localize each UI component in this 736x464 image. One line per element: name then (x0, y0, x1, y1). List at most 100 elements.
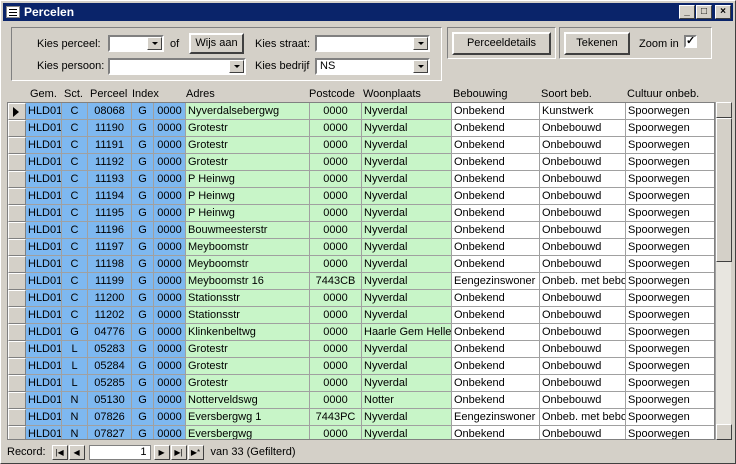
table-cell[interactable]: 0000 (310, 188, 362, 205)
table-cell[interactable]: 11197 (88, 239, 132, 256)
table-cell[interactable]: Onbekend (452, 392, 540, 409)
table-row[interactable]: HLD01 G 04776 G 0000 Klinkenbeltwg 0000 Haarle … (8, 324, 714, 341)
record-selector[interactable] (8, 307, 26, 324)
table-cell[interactable]: 11191 (88, 137, 132, 154)
table-cell[interactable]: Onbekend (452, 256, 540, 273)
dropdown-arrow-icon[interactable] (229, 60, 244, 73)
table-cell[interactable]: Nyverdal (362, 256, 452, 273)
table-cell[interactable]: HLD01 (26, 239, 62, 256)
table-cell[interactable]: Spoorwegen (626, 324, 714, 341)
table-cell[interactable]: Onbekend (452, 358, 540, 375)
table-cell[interactable]: G (132, 120, 154, 137)
table-cell[interactable]: HLD01 (26, 426, 62, 439)
close-button[interactable]: × (715, 5, 731, 19)
table-cell[interactable]: Nyverdal (362, 375, 452, 392)
table-cell[interactable]: 0000 (154, 239, 186, 256)
table-cell[interactable]: 0000 (310, 205, 362, 222)
table-cell[interactable]: C (62, 222, 88, 239)
table-cell[interactable]: HLD01 (26, 188, 62, 205)
table-cell[interactable]: Nyverdal (362, 273, 452, 290)
table-cell[interactable]: Meyboomstr (186, 239, 310, 256)
table-cell[interactable]: 0000 (154, 392, 186, 409)
table-cell[interactable]: 0000 (310, 222, 362, 239)
table-cell[interactable]: P Heinwg (186, 188, 310, 205)
table-cell[interactable]: Nyverdal (362, 358, 452, 375)
table-cell[interactable]: Onbebouwd (540, 239, 626, 256)
table-cell[interactable]: 0000 (154, 273, 186, 290)
table-cell[interactable]: 04776 (88, 324, 132, 341)
table-cell[interactable]: C (62, 171, 88, 188)
table-cell[interactable]: 0000 (310, 290, 362, 307)
table-cell[interactable]: G (132, 256, 154, 273)
table-cell[interactable]: G (132, 358, 154, 375)
table-cell[interactable]: 0000 (154, 171, 186, 188)
table-cell[interactable]: 0000 (310, 341, 362, 358)
table-cell[interactable]: 07826 (88, 409, 132, 426)
table-cell[interactable]: C (62, 290, 88, 307)
table-cell[interactable]: 0000 (310, 358, 362, 375)
table-cell[interactable]: G (132, 290, 154, 307)
current-record-selector[interactable] (8, 103, 26, 120)
table-cell[interactable]: HLD01 (26, 256, 62, 273)
table-cell[interactable]: Onbebouwd (540, 154, 626, 171)
table-cell[interactable]: 0000 (310, 171, 362, 188)
table-cell[interactable]: C (62, 188, 88, 205)
table-cell[interactable]: Spoorwegen (626, 103, 714, 120)
table-cell[interactable]: L (62, 341, 88, 358)
table-cell[interactable]: G (132, 222, 154, 239)
table-cell[interactable]: Stationsstr (186, 307, 310, 324)
table-row[interactable]: HLD01 N 07827 G 0000 Eversbergwg 0000 Nyverdal O… (8, 426, 714, 439)
table-cell[interactable]: Onbeb. met bebo (540, 409, 626, 426)
table-row[interactable]: HLD01 C 11193 G 0000 P Heinwg 0000 Nyverdal Onbe… (8, 171, 714, 188)
table-cell[interactable]: Onbebouwd (540, 341, 626, 358)
table-cell[interactable]: Onbekend (452, 290, 540, 307)
table-cell[interactable]: Onbebouwd (540, 222, 626, 239)
table-cell[interactable]: Spoorwegen (626, 171, 714, 188)
table-cell[interactable]: Spoorwegen (626, 273, 714, 290)
table-cell[interactable]: Onbebouwd (540, 392, 626, 409)
table-cell[interactable]: 0000 (154, 409, 186, 426)
table-cell[interactable]: 0000 (154, 324, 186, 341)
table-cell[interactable]: Onbebouwd (540, 205, 626, 222)
table-cell[interactable]: Klinkenbeltwg (186, 324, 310, 341)
table-cell[interactable]: G (132, 341, 154, 358)
record-selector[interactable] (8, 120, 26, 137)
scroll-thumb[interactable] (716, 118, 732, 262)
table-cell[interactable]: Meyboomstr (186, 256, 310, 273)
table-cell[interactable]: Onbeb. met bebo (540, 273, 626, 290)
record-selector[interactable] (8, 222, 26, 239)
table-row[interactable]: HLD01 C 11197 G 0000 Meyboomstr 0000 Nyverdal On… (8, 239, 714, 256)
table-cell[interactable]: HLD01 (26, 409, 62, 426)
table-row[interactable]: HLD01 C 11200 G 0000 Stationsstr 0000 Nyverdal O… (8, 290, 714, 307)
table-cell[interactable]: G (132, 205, 154, 222)
table-cell[interactable]: 0000 (310, 137, 362, 154)
table-cell[interactable]: G (132, 171, 154, 188)
table-cell[interactable]: C (62, 137, 88, 154)
scroll-down-icon[interactable] (716, 424, 732, 440)
table-cell[interactable]: Onbebouwd (540, 375, 626, 392)
table-cell[interactable]: C (62, 154, 88, 171)
table-cell[interactable]: 0000 (154, 120, 186, 137)
table-cell[interactable]: 05284 (88, 358, 132, 375)
table-row[interactable]: HLD01 C 11194 G 0000 P Heinwg 0000 Nyverdal Onbe… (8, 188, 714, 205)
zoom-in-checkbox[interactable]: ✓ (684, 35, 697, 48)
table-cell[interactable]: Onbebouwd (540, 358, 626, 375)
table-cell[interactable]: L (62, 375, 88, 392)
table-row[interactable]: HLD01 C 11191 G 0000 Grotestr 0000 Nyverdal Onbe… (8, 137, 714, 154)
title-bar[interactable]: Percelen _ □ × (3, 3, 733, 21)
table-cell[interactable]: Onbekend (452, 154, 540, 171)
record-selector[interactable] (8, 409, 26, 426)
table-cell[interactable]: 0000 (154, 358, 186, 375)
table-cell[interactable]: Grotestr (186, 341, 310, 358)
record-selector[interactable] (8, 256, 26, 273)
table-cell[interactable]: Bouwmeesterstr (186, 222, 310, 239)
table-cell[interactable]: 0000 (310, 120, 362, 137)
table-row[interactable]: HLD01 L 05284 G 0000 Grotestr 0000 Nyverdal Onbe… (8, 358, 714, 375)
table-cell[interactable]: Onbebouwd (540, 188, 626, 205)
table-cell[interactable]: G (132, 239, 154, 256)
table-row[interactable]: HLD01 C 11196 G 0000 Bouwmeesterstr 0000 Nyverd… (8, 222, 714, 239)
table-cell[interactable]: Haarle Gem Hellen (362, 324, 452, 341)
table-cell[interactable]: 0000 (154, 375, 186, 392)
table-cell[interactable]: HLD01 (26, 392, 62, 409)
table-cell[interactable]: HLD01 (26, 375, 62, 392)
